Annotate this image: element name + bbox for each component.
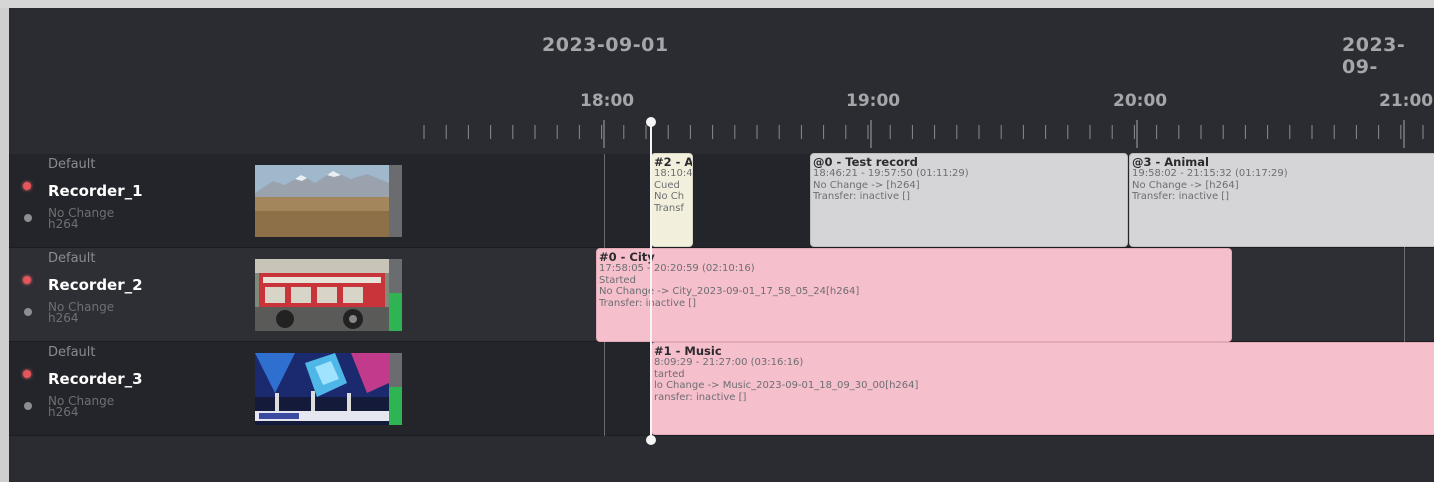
date-label: 2023-09-01 [542,34,669,56]
hour-label: 18:00 [580,91,635,111]
event-transfer: ransfer: inactive [] [654,391,747,403]
event-transcode: No Ch [654,191,685,202]
hour-label: 19:00 [846,91,901,111]
signal-level-fill [389,387,402,425]
recording-event-scheduled[interactable]: @0 - Test record 18:46:21 - 19:57:50 (01… [810,153,1128,247]
top-bar [0,0,1434,8]
event-transfer: Transfer: inactive [] [599,297,697,309]
row-divider [9,435,1434,436]
event-status: tarted [654,368,685,380]
date-label: 2023-09- [1342,34,1406,78]
event-transcode: lo Change -> Music_2023-09-01_18_09_30_0… [654,380,919,391]
codec-label: h264 [48,405,79,419]
playhead-handle-bottom[interactable] [646,435,656,445]
recording-event-scheduled[interactable]: @3 - Animal 19:58:02 - 21:15:32 (01:17:2… [1129,153,1434,247]
profile-label: Default [48,157,96,172]
event-time: 19:58:02 - 21:15:32 (01:17:29) [1132,168,1288,179]
signal-dot [24,402,32,410]
format-info: No Change h264 [48,395,114,419]
hour-label: 21:00 [1379,91,1434,111]
recording-status-dot [23,182,31,190]
codec-label: h264 [48,311,79,325]
event-transcode: No Change -> City_2023-09-01_17_58_05_24… [599,286,860,297]
recorder-name[interactable]: Recorder_1 [48,182,143,200]
event-transfer: Transfer: inactive [] [1132,191,1230,202]
event-status: Started [599,274,636,286]
recorder-name[interactable]: Recorder_2 [48,276,143,294]
preview-thumbnail[interactable] [255,353,389,425]
preview-thumbnail[interactable] [255,165,389,237]
recording-status-dot [23,370,31,378]
event-title: @3 - Animal [1132,155,1209,169]
profile-label: Default [48,345,96,360]
event-title: #1 - Music [654,344,722,358]
event-title: #0 - City [599,250,655,264]
signal-level-bar [389,353,402,425]
event-status: Cued [654,179,680,191]
profile-label: Default [48,251,96,266]
left-frame-edge [0,8,9,482]
event-time: 17:58:05 - 20:20:59 (02:10:16) [599,263,755,274]
event-transcode: No Change -> [h264] [813,179,920,191]
signal-dot [24,308,32,316]
recording-event-cued[interactable]: #2 - A 18:10:4 Cued No Ch Transf [651,153,693,247]
recording-status-dot [23,276,31,284]
codec-label: h264 [48,217,79,231]
event-time: 18:46:21 - 19:57:50 (01:11:29) [813,168,969,179]
event-transcode: No Change -> [h264] [1132,179,1239,191]
event-title: #2 - A [654,155,693,169]
signal-level-bar [389,259,402,331]
event-time: 8:09:29 - 21:27:00 (03:16:16) [654,357,804,368]
signal-level-bar [389,165,402,237]
playhead-handle-top[interactable] [646,117,656,127]
event-transfer: Transf [654,202,684,214]
format-info: No Change h264 [48,301,114,325]
recorder-name[interactable]: Recorder_3 [48,370,143,388]
format-info: No Change h264 [48,207,114,231]
hour-label: 20:00 [1113,91,1168,111]
signal-dot [24,214,32,222]
recorder-timeline-app: 2023-09-01 2023-09- 18:00 19:00 20:00 21… [9,8,1434,482]
recording-event-active[interactable]: #1 - Music 8:09:29 - 21:27:00 (03:16:16)… [651,342,1434,435]
event-title: @0 - Test record [813,155,918,169]
event-transfer: Transfer: inactive [] [813,191,911,202]
signal-level-fill [389,293,402,331]
recording-event-active[interactable]: #0 - City 17:58:05 - 20:20:59 (02:10:16)… [596,248,1232,342]
playhead-line[interactable] [650,122,652,440]
event-time: 18:10:4 [654,168,693,179]
preview-thumbnail[interactable] [255,259,389,331]
